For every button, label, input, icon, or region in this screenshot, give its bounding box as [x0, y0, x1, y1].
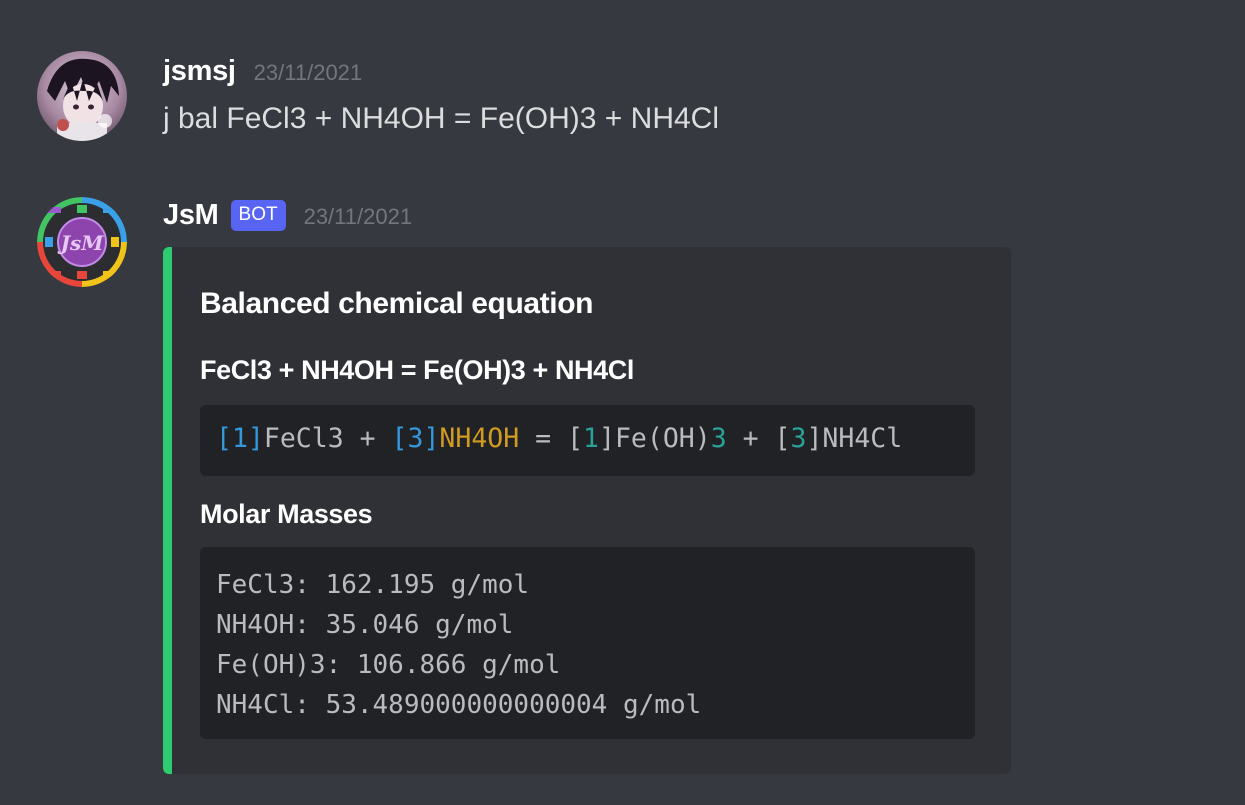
message-header: JsM BOT 23/11/2021 — [163, 199, 412, 235]
username[interactable]: jsmsj — [163, 55, 236, 88]
code-token: FeCl3 + — [263, 423, 392, 454]
bot-badge: BOT — [230, 200, 286, 231]
embed-accent-bar — [163, 247, 172, 774]
molar-mass-line: NH4Cl: 53.489000000000004 g/mol — [216, 690, 702, 720]
code-token: ]NH4Cl — [806, 423, 903, 454]
code-token: [ — [216, 423, 232, 454]
embed-field-equation-name: FeCl3 + NH4OH = Fe(OH)3 + NH4Cl — [200, 355, 634, 385]
code-token: 3] — [407, 423, 440, 454]
timestamp: 23/11/2021 — [303, 204, 413, 229]
code-token: ]Fe(OH) — [599, 423, 711, 454]
molar-mass-line: Fe(OH)3: 106.866 g/mol — [216, 650, 561, 680]
equation-codeblock: [1]FeCl3 + [3]NH4OH = [1]Fe(OH)3 + [3]NH… — [200, 405, 975, 476]
message-header: jsmsj 23/11/2021 — [163, 55, 362, 88]
code-token: 1 — [583, 423, 599, 454]
user-avatar-icon[interactable] — [37, 51, 127, 141]
molar-masses-codeblock: FeCl3: 162.195 g/mol NH4OH: 35.046 g/mol F… — [200, 547, 975, 739]
code-token: NH4OH — [439, 423, 520, 454]
code-token: 3 — [790, 423, 807, 454]
code-token: 3 — [710, 423, 727, 454]
svg-text:JsM: JsM — [57, 231, 105, 255]
message-content: j bal FeCl3 + NH4OH = Fe(OH)3 + NH4Cl — [163, 102, 719, 135]
embed-title: Balanced chemical equation — [200, 287, 594, 320]
username[interactable]: JsM — [163, 199, 219, 232]
embed: Balanced chemical equation FeCl3 + NH4OH… — [163, 247, 1011, 774]
molar-mass-line: FeCl3: 162.195 g/mol — [216, 570, 530, 600]
embed-field-molar-masses-name: Molar Masses — [200, 499, 373, 529]
code-token: 1] — [231, 423, 264, 454]
molar-mass-line: NH4OH: 35.046 g/mol — [216, 610, 514, 640]
code-token: + [ — [726, 423, 791, 454]
timestamp: 23/11/2021 — [253, 60, 363, 85]
code-token: = [ — [519, 423, 584, 454]
bot-avatar-icon[interactable]: JsM — [37, 197, 127, 287]
code-token: [ — [391, 423, 408, 454]
